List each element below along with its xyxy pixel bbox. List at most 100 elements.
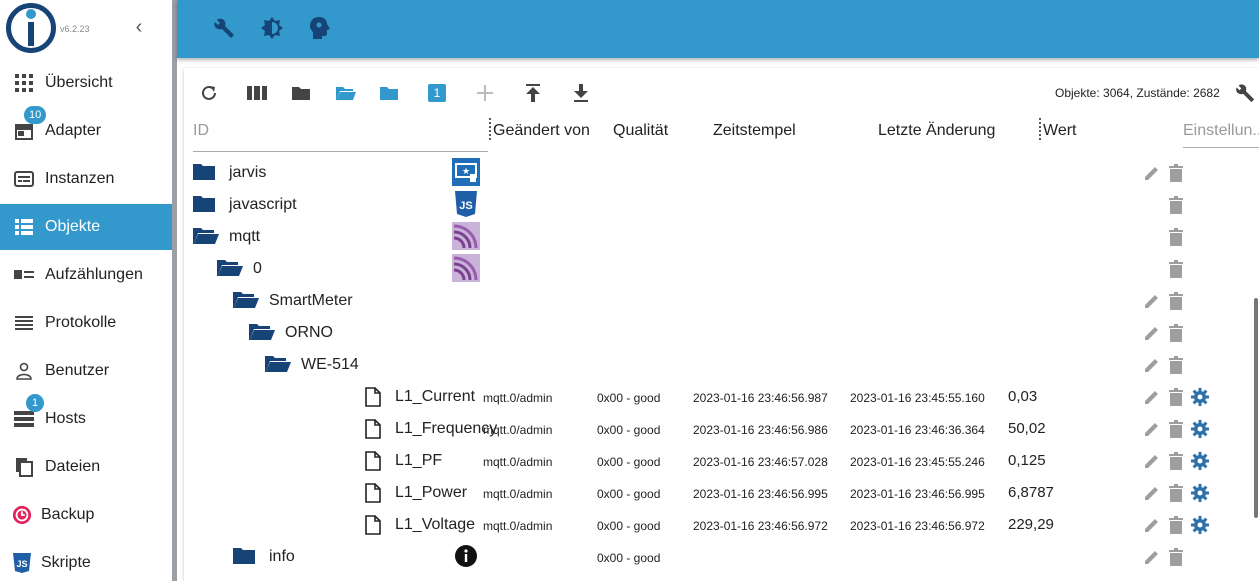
value-cell[interactable]: 0,125 bbox=[1008, 452, 1046, 469]
sidebar-item-skripte[interactable]: JS Skripte bbox=[0, 540, 172, 581]
object-id[interactable]: L1_Power bbox=[395, 484, 467, 502]
edit-icon[interactable] bbox=[1143, 292, 1161, 310]
column-separator[interactable] bbox=[1039, 118, 1041, 140]
wrench-icon[interactable] bbox=[212, 16, 236, 40]
object-id[interactable]: L1_Current bbox=[395, 388, 475, 406]
table-row[interactable]: L1_Current mqtt.0/admin 0x00 - good 2023-01… bbox=[184, 381, 1259, 413]
gear-icon[interactable] bbox=[1191, 452, 1209, 470]
delete-icon[interactable] bbox=[1167, 420, 1185, 438]
table-row[interactable]: jarvis ★ bbox=[184, 157, 1259, 189]
gear-icon[interactable] bbox=[1191, 388, 1209, 406]
edit-icon[interactable] bbox=[1143, 484, 1161, 502]
refresh-icon[interactable] bbox=[198, 84, 220, 102]
settings-filter-input[interactable]: Einstellun... bbox=[1183, 122, 1259, 148]
delete-icon[interactable] bbox=[1167, 292, 1185, 310]
sidebar-item-objekte[interactable]: Objekte bbox=[0, 204, 172, 250]
delete-icon[interactable] bbox=[1167, 196, 1185, 214]
delete-icon[interactable] bbox=[1167, 260, 1185, 278]
file-icon[interactable] bbox=[365, 387, 387, 407]
object-id[interactable]: SmartMeter bbox=[269, 292, 353, 310]
value-cell[interactable]: 50,02 bbox=[1008, 420, 1046, 437]
sidebar-item-benutzer[interactable]: Benutzer bbox=[0, 348, 172, 394]
sidebar-item-dateien[interactable]: Dateien bbox=[0, 444, 172, 490]
file-icon[interactable] bbox=[365, 483, 387, 503]
object-id[interactable]: jarvis bbox=[229, 164, 266, 182]
collapse-sidebar-icon[interactable]: ‹ bbox=[130, 17, 148, 37]
brightness-icon[interactable] bbox=[260, 16, 284, 40]
column-header-changed-by[interactable]: Geändert von bbox=[493, 122, 590, 140]
value-cell[interactable]: 0,03 bbox=[1008, 388, 1037, 405]
object-id[interactable]: ORNO bbox=[285, 324, 333, 342]
table-row[interactable]: mqtt bbox=[184, 221, 1259, 253]
edit-icon[interactable] bbox=[1143, 420, 1161, 438]
column-header-last-change[interactable]: Letzte Änderung bbox=[878, 122, 995, 140]
delete-icon[interactable] bbox=[1167, 484, 1185, 502]
sidebar-item-adapter[interactable]: 10 Adapter bbox=[0, 106, 172, 154]
column-separator[interactable] bbox=[489, 118, 491, 140]
value-cell[interactable]: 229,29 bbox=[1008, 516, 1054, 533]
delete-icon[interactable] bbox=[1167, 516, 1185, 534]
id-filter-input[interactable]: ID bbox=[193, 122, 488, 152]
table-row[interactable]: WE-514 bbox=[184, 349, 1259, 381]
table-row[interactable]: SmartMeter bbox=[184, 285, 1259, 317]
add-icon[interactable] bbox=[474, 84, 496, 102]
folder-open-icon[interactable] bbox=[335, 84, 357, 102]
value-cell[interactable]: 6,8787 bbox=[1008, 484, 1054, 501]
folder-open-icon[interactable] bbox=[265, 355, 291, 375]
table-row[interactable]: info 0x00 - good bbox=[184, 541, 1259, 573]
delete-icon[interactable] bbox=[1167, 548, 1185, 566]
delete-icon[interactable] bbox=[1167, 324, 1185, 342]
sidebar-item-hosts[interactable]: 1 Hosts bbox=[0, 394, 172, 442]
folder-open-icon[interactable] bbox=[217, 259, 243, 279]
folder-icon[interactable] bbox=[233, 547, 255, 567]
table-row[interactable]: L1_Power mqtt.0/admin 0x00 - good 2023-01-1… bbox=[184, 477, 1259, 509]
table-row[interactable]: L1_Frequency mqtt.0/admin 0x00 - good 2023-… bbox=[184, 413, 1259, 445]
iobroker-logo[interactable] bbox=[6, 3, 56, 53]
folder-icon[interactable] bbox=[193, 163, 215, 183]
object-id[interactable]: info bbox=[269, 548, 295, 566]
delete-icon[interactable] bbox=[1167, 164, 1185, 182]
gear-icon[interactable] bbox=[1191, 420, 1209, 438]
edit-icon[interactable] bbox=[1143, 356, 1161, 374]
edit-icon[interactable] bbox=[1143, 452, 1161, 470]
gear-icon[interactable] bbox=[1191, 516, 1209, 534]
edit-icon[interactable] bbox=[1143, 388, 1161, 406]
file-icon[interactable] bbox=[365, 419, 387, 439]
object-id[interactable]: mqtt bbox=[229, 228, 260, 246]
expert-head-icon[interactable] bbox=[308, 16, 332, 40]
sidebar-item-uebersicht[interactable]: Übersicht bbox=[0, 60, 172, 106]
object-id[interactable]: WE-514 bbox=[301, 356, 359, 374]
upload-icon[interactable] bbox=[522, 84, 544, 102]
file-icon[interactable] bbox=[365, 515, 387, 535]
delete-icon[interactable] bbox=[1167, 388, 1185, 406]
table-row[interactable]: L1_Voltage mqtt.0/admin 0x00 - good 2023-01… bbox=[184, 509, 1259, 541]
sidebar-item-protokolle[interactable]: Protokolle bbox=[0, 300, 172, 346]
folder-icon[interactable] bbox=[290, 84, 312, 102]
delete-icon[interactable] bbox=[1167, 228, 1185, 246]
delete-icon[interactable] bbox=[1167, 356, 1185, 374]
download-icon[interactable] bbox=[570, 84, 592, 102]
table-row[interactable]: javascript JS bbox=[184, 189, 1259, 221]
column-header-value[interactable]: Wert bbox=[1043, 122, 1076, 140]
edit-icon[interactable] bbox=[1143, 516, 1161, 534]
settings-wrench-icon[interactable] bbox=[1233, 81, 1257, 105]
gear-icon[interactable] bbox=[1191, 484, 1209, 502]
object-id[interactable]: L1_Voltage bbox=[395, 516, 475, 534]
object-id[interactable]: javascript bbox=[229, 196, 297, 214]
table-row[interactable]: L1_PF mqtt.0/admin 0x00 - good 2023-01-16 2… bbox=[184, 445, 1259, 477]
columns-icon[interactable] bbox=[246, 84, 268, 102]
delete-icon[interactable] bbox=[1167, 452, 1185, 470]
edit-icon[interactable] bbox=[1143, 548, 1161, 566]
table-row[interactable]: 0 bbox=[184, 253, 1259, 285]
column-header-quality[interactable]: Qualität bbox=[613, 122, 668, 140]
folder-icon[interactable] bbox=[193, 195, 215, 215]
edit-icon[interactable] bbox=[1143, 164, 1161, 182]
folder-open-icon[interactable] bbox=[233, 291, 259, 311]
sidebar-item-backup[interactable]: Backup bbox=[0, 492, 172, 538]
sidebar-item-aufzaehlungen[interactable]: Aufzählungen bbox=[0, 252, 172, 298]
folder-open-icon[interactable] bbox=[193, 227, 219, 247]
folder-expand-icon[interactable] bbox=[378, 84, 400, 102]
folder-open-icon[interactable] bbox=[249, 323, 275, 343]
expand-level-badge[interactable]: 1 bbox=[426, 84, 448, 102]
file-icon[interactable] bbox=[365, 451, 387, 471]
